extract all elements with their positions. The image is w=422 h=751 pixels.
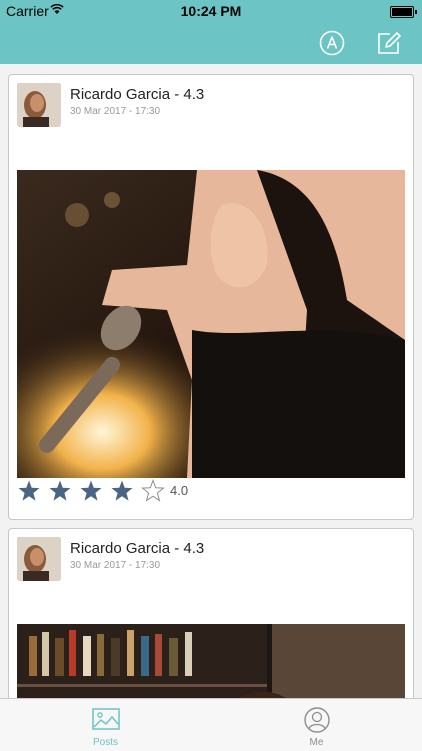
- post-timestamp: 30 Mar 2017 - 17:30: [70, 560, 161, 571]
- clock: 10:24 PM: [180, 3, 242, 19]
- post-card[interactable]: Ricardo Garcia - 4.3 30 Mar 2017 - 17:30: [8, 74, 414, 520]
- battery-icon: [390, 6, 417, 18]
- star-filled-icon[interactable]: [17, 479, 41, 503]
- post-author[interactable]: Ricardo Garcia - 4.3: [70, 540, 204, 557]
- post-feed[interactable]: Ricardo Garcia - 4.3 30 Mar 2017 - 17:30: [0, 64, 422, 698]
- post-author[interactable]: Ricardo Garcia - 4.3: [70, 86, 204, 103]
- avatar[interactable]: [17, 83, 61, 127]
- tab-posts-label: Posts: [92, 737, 118, 748]
- star-filled-icon[interactable]: [48, 479, 72, 503]
- bar-photo: [17, 624, 405, 698]
- avatar-image: [17, 83, 61, 127]
- image-icon: [92, 708, 120, 730]
- post-card[interactable]: Ricardo Garcia - 4.3 30 Mar 2017 - 17:30: [8, 528, 414, 698]
- tab-me[interactable]: Me: [211, 699, 422, 751]
- avatar-image: [17, 537, 61, 581]
- post-timestamp: 30 Mar 2017 - 17:30: [70, 106, 161, 117]
- star-filled-icon[interactable]: [79, 479, 103, 503]
- compose-icon[interactable]: [376, 30, 402, 56]
- star-rating[interactable]: 4.0: [17, 479, 317, 503]
- star-filled-icon[interactable]: [110, 479, 134, 503]
- tab-me-label: Me: [309, 737, 324, 748]
- user-icon: [304, 707, 330, 733]
- status-bar: Carrier 10:24 PM: [0, 0, 422, 22]
- a-icon[interactable]: [319, 30, 345, 56]
- star-empty-icon[interactable]: [141, 479, 165, 503]
- tab-bar: Posts Me: [0, 698, 422, 751]
- avatar[interactable]: [17, 537, 61, 581]
- tab-posts[interactable]: Posts: [0, 699, 211, 751]
- singer-photo: [17, 170, 405, 478]
- navigation-bar: [0, 22, 422, 64]
- rating-value: 4.0: [170, 483, 189, 498]
- post-photo[interactable]: [17, 170, 405, 478]
- post-photo[interactable]: [17, 624, 405, 698]
